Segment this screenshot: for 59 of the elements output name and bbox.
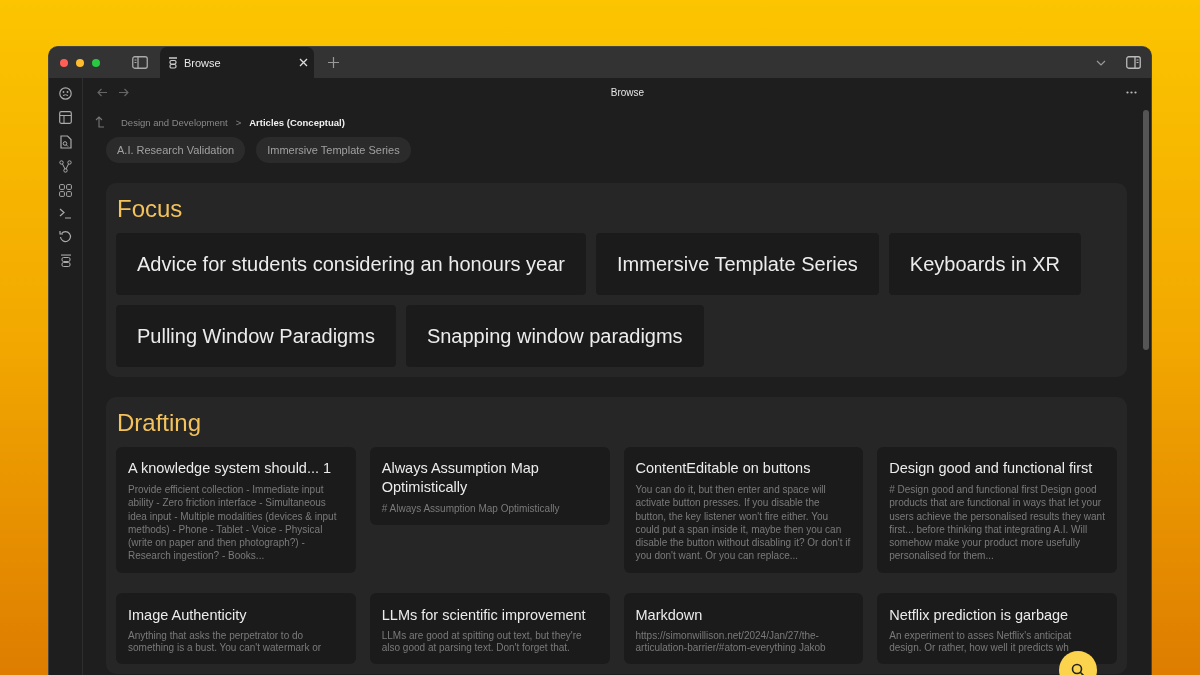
card-title: Always Assumption Map Optimistically [381, 459, 540, 497]
note-card[interactable]: Keyboards in XR [888, 233, 1081, 295]
card-title: Markdown [635, 605, 704, 625]
tab-title: Browse [184, 56, 222, 69]
note-card[interactable]: Immersive Template Series [596, 233, 879, 295]
card-excerpt: https://simonwillison.net/2024/Jan/27/the-articulation-barrier/#atom-everything Jakob [635, 629, 827, 654]
more-icon[interactable] [1126, 90, 1137, 94]
card-title: LLMs for scientific improvement [381, 605, 587, 625]
card-excerpt: # Always Assumption Map Optimistically [381, 502, 561, 516]
breadcrumb-link[interactable]: Design and Development [121, 116, 228, 128]
side-panel-icon[interactable] [1126, 56, 1141, 69]
note-card[interactable]: Pulling Window Paradigms [116, 305, 396, 367]
forward-arrow-icon[interactable] [118, 87, 129, 97]
note-card[interactable]: Markdown https://simonwillison.net/2024/Jan/27/the-articulation-barrier/#atom-everything Jakob [623, 592, 864, 664]
file-search-icon[interactable] [59, 135, 72, 149]
up-arrow-icon[interactable] [95, 116, 105, 128]
card-excerpt: LLMs are good at spitting out text, but they're also good at parsing text. Don't forget that. [381, 629, 583, 654]
note-card[interactable]: LLMs for scientific improvement LLMs are good at spitting out text, but they're also good at parsing text. Don't forget that. [369, 592, 610, 664]
card-excerpt: You can do it, but then enter and space will activate button presses. If you disable the button, the key listener won't fire either. You could put a span inside it, maybe then you can disable the button without disabling it? Or don't if you don't want. Or you can replace... [635, 483, 852, 563]
scrollbar-thumb[interactable] [1143, 110, 1149, 350]
back-arrow-icon[interactable] [97, 87, 108, 97]
breadcrumb-separator: > [235, 116, 242, 128]
chevron-down-icon[interactable] [1096, 59, 1106, 66]
zoom-window-button[interactable] [92, 58, 100, 67]
card-title: Image Authenticity [128, 605, 248, 625]
note-card[interactable]: Always Assumption Map Optimistically # Always Assumption Map Optimistically [369, 447, 610, 526]
sidebar-toggle-icon[interactable] [132, 56, 148, 69]
note-card[interactable]: Image Authenticity Anything that asks the perpetrator to do something is a bust. You can't watermark or [116, 592, 356, 664]
card-title: ContentEditable on buttons [635, 459, 812, 478]
card-title: A knowledge system should... 1 [128, 459, 333, 478]
section-title: Drafting [117, 408, 203, 438]
plus-icon[interactable] [328, 57, 339, 68]
minimize-window-button[interactable] [76, 58, 84, 67]
grid-icon[interactable] [59, 184, 72, 197]
breadcrumb-link[interactable]: Articles (Conceptual) [249, 116, 345, 128]
graph-icon[interactable] [59, 160, 72, 173]
note-card[interactable]: Advice for students considering an honours year [116, 233, 587, 295]
tag-chip[interactable]: Immersive Template Series [256, 137, 411, 163]
card-excerpt: An experiment to asses Netflix's anticipat design. Or rather, how well it predicts wh [889, 629, 1073, 654]
layout-icon[interactable] [59, 111, 72, 124]
page-title: Browse [609, 86, 646, 98]
refresh-icon[interactable] [59, 230, 72, 243]
close-window-button[interactable] [60, 58, 68, 67]
card-title: Design good and functional first [889, 459, 1094, 478]
note-card[interactable]: Netflix prediction is garbage An experiment to asses Netflix's anticipat design. Or rather, how well it predicts wh [877, 592, 1117, 664]
card-excerpt: Anything that asks the perpetrator to do something is a bust. You can't watermark or [128, 629, 323, 654]
browser-tab[interactable]: Browse [160, 47, 314, 78]
note-card[interactable]: Snapping window paradigms [405, 305, 704, 367]
card-title: Netflix prediction is garbage [889, 605, 1070, 625]
dial-icon[interactable] [59, 87, 72, 100]
card-excerpt: Provide efficient collection - Immediate input ability - Zero friction interface - Simultaneous idea input - Multiple modalities (devices & input methods) - Phone - Tablet - Voice - Physical (write on paper and then photograph?) - Research ingestion? - Books... [128, 483, 338, 563]
stack-icon[interactable] [59, 254, 72, 267]
section-title: Focus [117, 194, 184, 224]
close-icon[interactable] [299, 58, 308, 67]
tag-chip[interactable]: A.I. Research Validation [106, 137, 246, 163]
search-icon [1071, 663, 1085, 675]
card-excerpt: # Design good and functional first Design good products that are functional in ways that let your users achieve the personalised results they want first... before thinking that integrating A.I. Will somehow make your product more usefully personalised for them... [889, 483, 1105, 563]
terminal-icon[interactable] [59, 208, 72, 219]
stack-icon [168, 56, 178, 69]
